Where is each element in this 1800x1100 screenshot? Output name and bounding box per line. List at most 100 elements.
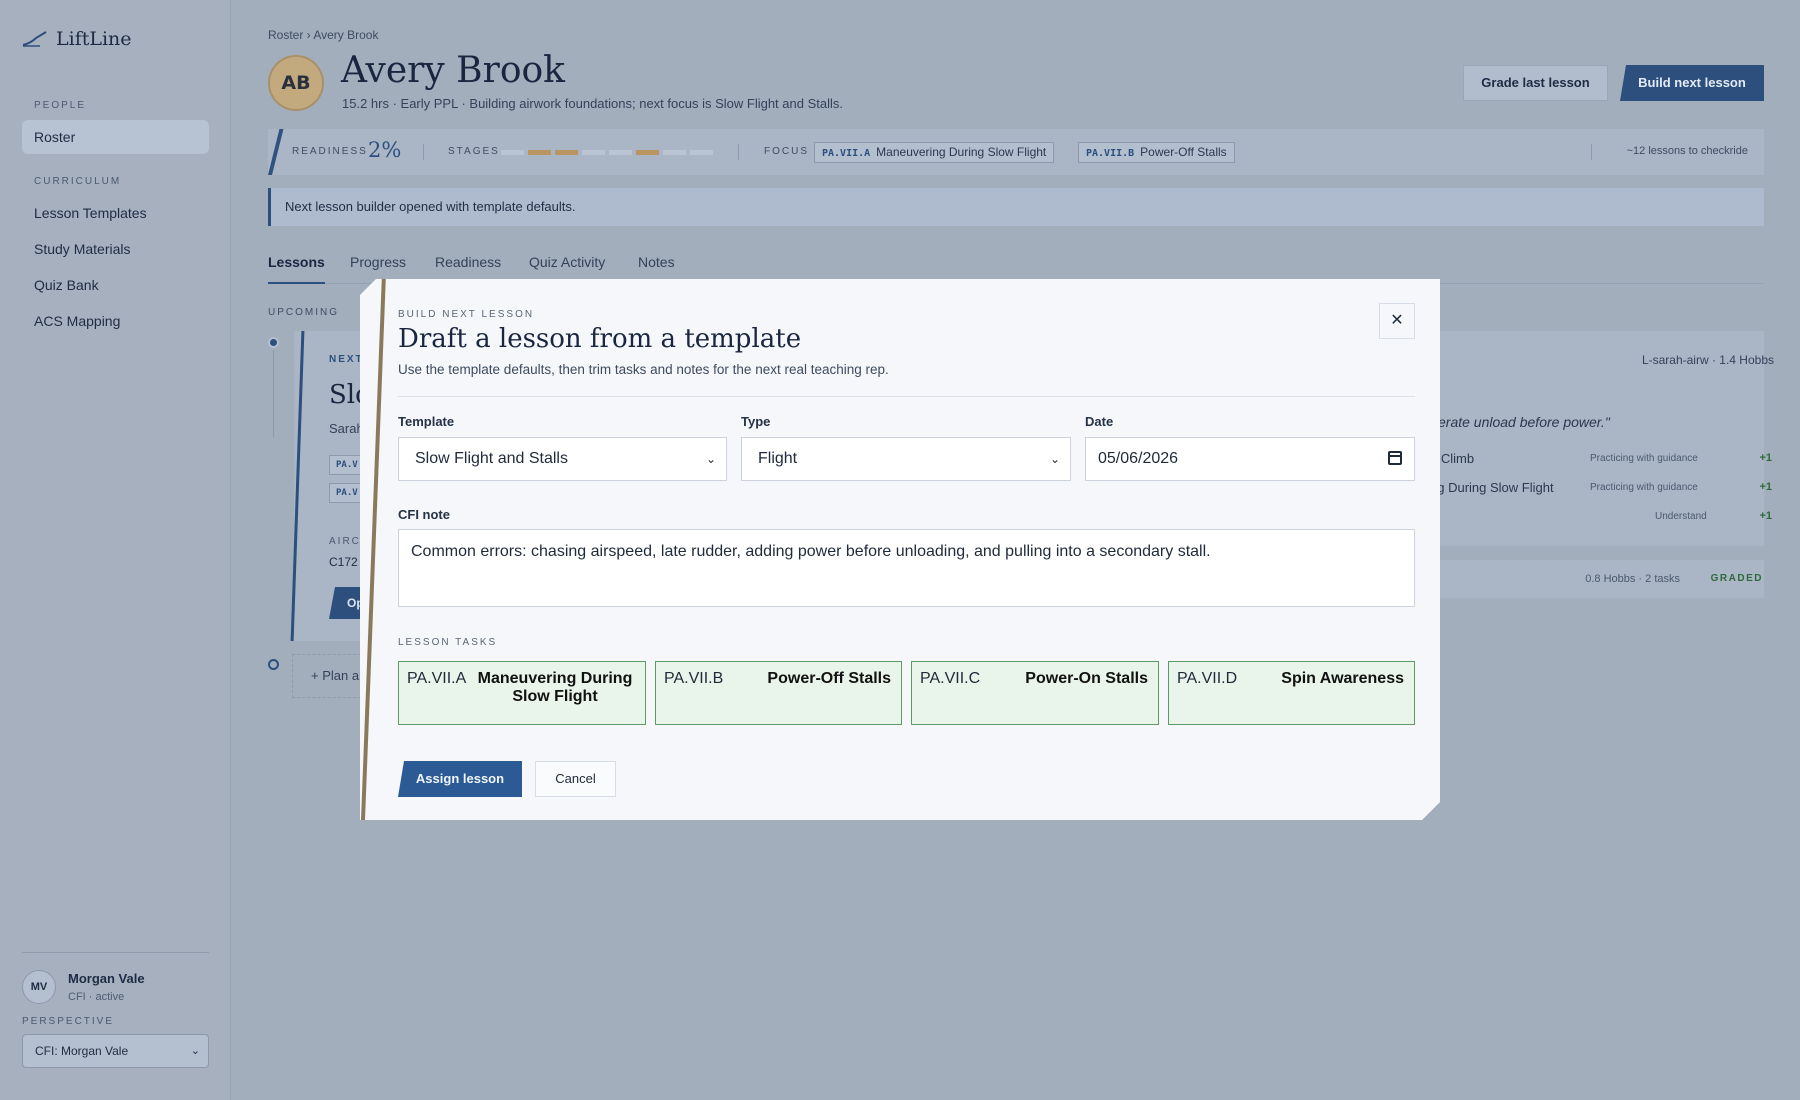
modal-title: Draft a lesson from a template: [398, 324, 802, 354]
sidebar-item-quiz-bank[interactable]: Quiz Bank: [22, 268, 209, 302]
nav-section-people: PEOPLE: [34, 100, 87, 111]
stat-divider: [423, 144, 424, 160]
close-icon: ✕: [1390, 312, 1404, 329]
task-row-delta: +1: [1759, 452, 1772, 464]
task-code: PA.VII.A: [407, 670, 467, 687]
timeline-dot: [268, 337, 279, 348]
focus-name: Power-Off Stalls: [1140, 145, 1227, 159]
stat-divider: [1591, 144, 1592, 160]
tab-notes[interactable]: Notes: [638, 254, 675, 270]
next-lesson-meta: Sarah: [329, 421, 364, 436]
tab-readiness[interactable]: Readiness: [435, 254, 501, 270]
student-avatar: AB: [268, 55, 324, 111]
tab-quiz-activity[interactable]: Quiz Activity: [529, 254, 605, 270]
build-next-lesson-button[interactable]: Build next lesson: [1620, 65, 1764, 101]
chevron-down-icon: ⌄: [190, 1045, 200, 1057]
accent-slash: [268, 129, 284, 175]
checkride-estimate: ~12 lessons to checkride: [1626, 145, 1748, 157]
modal-kicker: BUILD NEXT LESSON: [398, 309, 535, 320]
date-value: 05/06/2026: [1098, 450, 1179, 467]
focus-name: Maneuvering During Slow Flight: [876, 145, 1047, 159]
stage-segment: [582, 150, 605, 155]
lesson-task-card[interactable]: PA.VII.C Power-On Stalls: [911, 661, 1159, 725]
student-summary: 15.2 hrs · Early PPL · Building airwork …: [342, 96, 843, 111]
tab-lessons[interactable]: Lessons: [268, 254, 325, 284]
sidebar-item-study-materials[interactable]: Study Materials: [22, 232, 209, 266]
template-select[interactable]: Slow Flight and Stalls ⌄: [398, 437, 727, 481]
graded-meta: 0.8 Hobbs · 2 tasks: [1585, 573, 1680, 585]
next-kicker: NEXT: [329, 354, 364, 365]
sidebar-item-roster[interactable]: Roster: [22, 120, 209, 154]
logo-wing-icon: [22, 31, 47, 47]
lesson-task-card[interactable]: PA.VII.B Power-Off Stalls: [655, 661, 902, 725]
calendar-icon[interactable]: [1388, 451, 1402, 465]
task-row-status: Practicing with guidance: [1590, 482, 1698, 493]
timeline-dot: [268, 659, 279, 670]
app-logo[interactable]: LiftLine: [22, 28, 132, 50]
stage-segment: [501, 150, 524, 155]
stat-divider: [738, 144, 739, 160]
tab-progress[interactable]: Progress: [350, 254, 406, 270]
aircraft-value: C172: [329, 555, 358, 569]
cfi-note-textarea[interactable]: Common errors: chasing airspeed, late ru…: [398, 529, 1415, 607]
cfi-note-label: CFI note: [398, 507, 450, 522]
date-input[interactable]: 05/06/2026: [1085, 437, 1415, 481]
focus-chip[interactable]: PA.VII.A Maneuvering During Slow Flight: [814, 142, 1055, 163]
focus-chip[interactable]: PA.VII.B Power-Off Stalls: [1078, 142, 1235, 163]
task-row-name: ng During Slow Flight: [1430, 480, 1554, 495]
lesson-quote: erate unload before power.": [1438, 414, 1610, 430]
modal-divider: [398, 396, 1415, 397]
user-avatar[interactable]: MV: [22, 970, 56, 1004]
task-code: PA.VII.C: [920, 670, 981, 687]
task-code: PA.VII.D: [1177, 670, 1238, 687]
task-name: Power-Off Stalls: [767, 670, 891, 687]
focus-code: PA.VII.B: [1086, 148, 1135, 159]
modal-subtitle: Use the template defaults, then trim tas…: [398, 362, 889, 377]
type-select[interactable]: Flight ⌄: [741, 437, 1071, 481]
breadcrumb[interactable]: Roster › Avery Brook: [268, 28, 378, 42]
stage-segment: [663, 150, 686, 155]
stage-segment: [555, 150, 578, 155]
page-title: Avery Brook: [341, 50, 565, 91]
graded-lesson-card[interactable]: [1400, 560, 1764, 598]
sidebar-divider: [22, 952, 209, 953]
perspective-label: PERSPECTIVE: [22, 1016, 115, 1027]
lesson-task-card[interactable]: PA.VII.A Maneuvering During Slow Flight: [398, 661, 646, 725]
template-label: Template: [398, 414, 455, 429]
chevron-down-icon: ⌄: [1049, 452, 1060, 466]
grade-last-lesson-button[interactable]: Grade last lesson: [1463, 65, 1608, 101]
timeline-line: [273, 350, 274, 438]
stage-segment: [528, 150, 551, 155]
close-button[interactable]: ✕: [1379, 303, 1415, 339]
assign-lesson-button[interactable]: Assign lesson: [398, 761, 522, 797]
sidebar-item-acs-mapping[interactable]: ACS Mapping: [22, 304, 209, 338]
perspective-value: CFI: Morgan Vale: [35, 1044, 129, 1058]
stage-segment: [690, 150, 713, 155]
task-name: Spin Awareness: [1281, 670, 1404, 687]
upcoming-label: UPCOMING: [268, 307, 339, 318]
tab-bar: Lessons Progress Readiness Quiz Activity…: [268, 248, 1764, 284]
user-name: Morgan Vale: [68, 971, 145, 986]
lesson-task-card[interactable]: PA.VII.D Spin Awareness: [1168, 661, 1415, 725]
cancel-button[interactable]: Cancel: [535, 761, 616, 797]
user-role: CFI · active: [68, 991, 125, 1003]
lesson-meta: L-sarah-airw · 1.4 Hobbs: [1641, 353, 1774, 367]
task-row-delta: +1: [1759, 481, 1772, 493]
task-name: Power-On Stalls: [1025, 670, 1148, 687]
chevron-down-icon: ⌄: [705, 452, 716, 466]
task-row-delta: +1: [1759, 510, 1772, 522]
stats-bar: READINESS 2% STAGES FOCUS PA.VII.A Maneuv…: [268, 129, 1764, 175]
focus-code: PA.VII.A: [822, 148, 871, 159]
stage-segment: [609, 150, 632, 155]
sidebar-item-lesson-templates[interactable]: Lesson Templates: [22, 196, 209, 230]
readiness-value: 2%: [368, 138, 402, 162]
readiness-label: READINESS: [292, 146, 368, 157]
lesson-tasks-label: LESSON TASKS: [398, 637, 498, 648]
template-value: Slow Flight and Stalls: [415, 450, 568, 467]
perspective-select[interactable]: CFI: Morgan Vale ⌄: [22, 1034, 209, 1068]
focus-label: FOCUS: [764, 146, 809, 157]
type-label: Type: [741, 414, 771, 429]
task-row-status: Understand: [1655, 511, 1707, 522]
build-lesson-modal: BUILD NEXT LESSON Draft a lesson from a …: [360, 279, 1440, 820]
sidebar: LiftLine PEOPLE Roster CURRICULUM Lesson…: [0, 0, 231, 1100]
